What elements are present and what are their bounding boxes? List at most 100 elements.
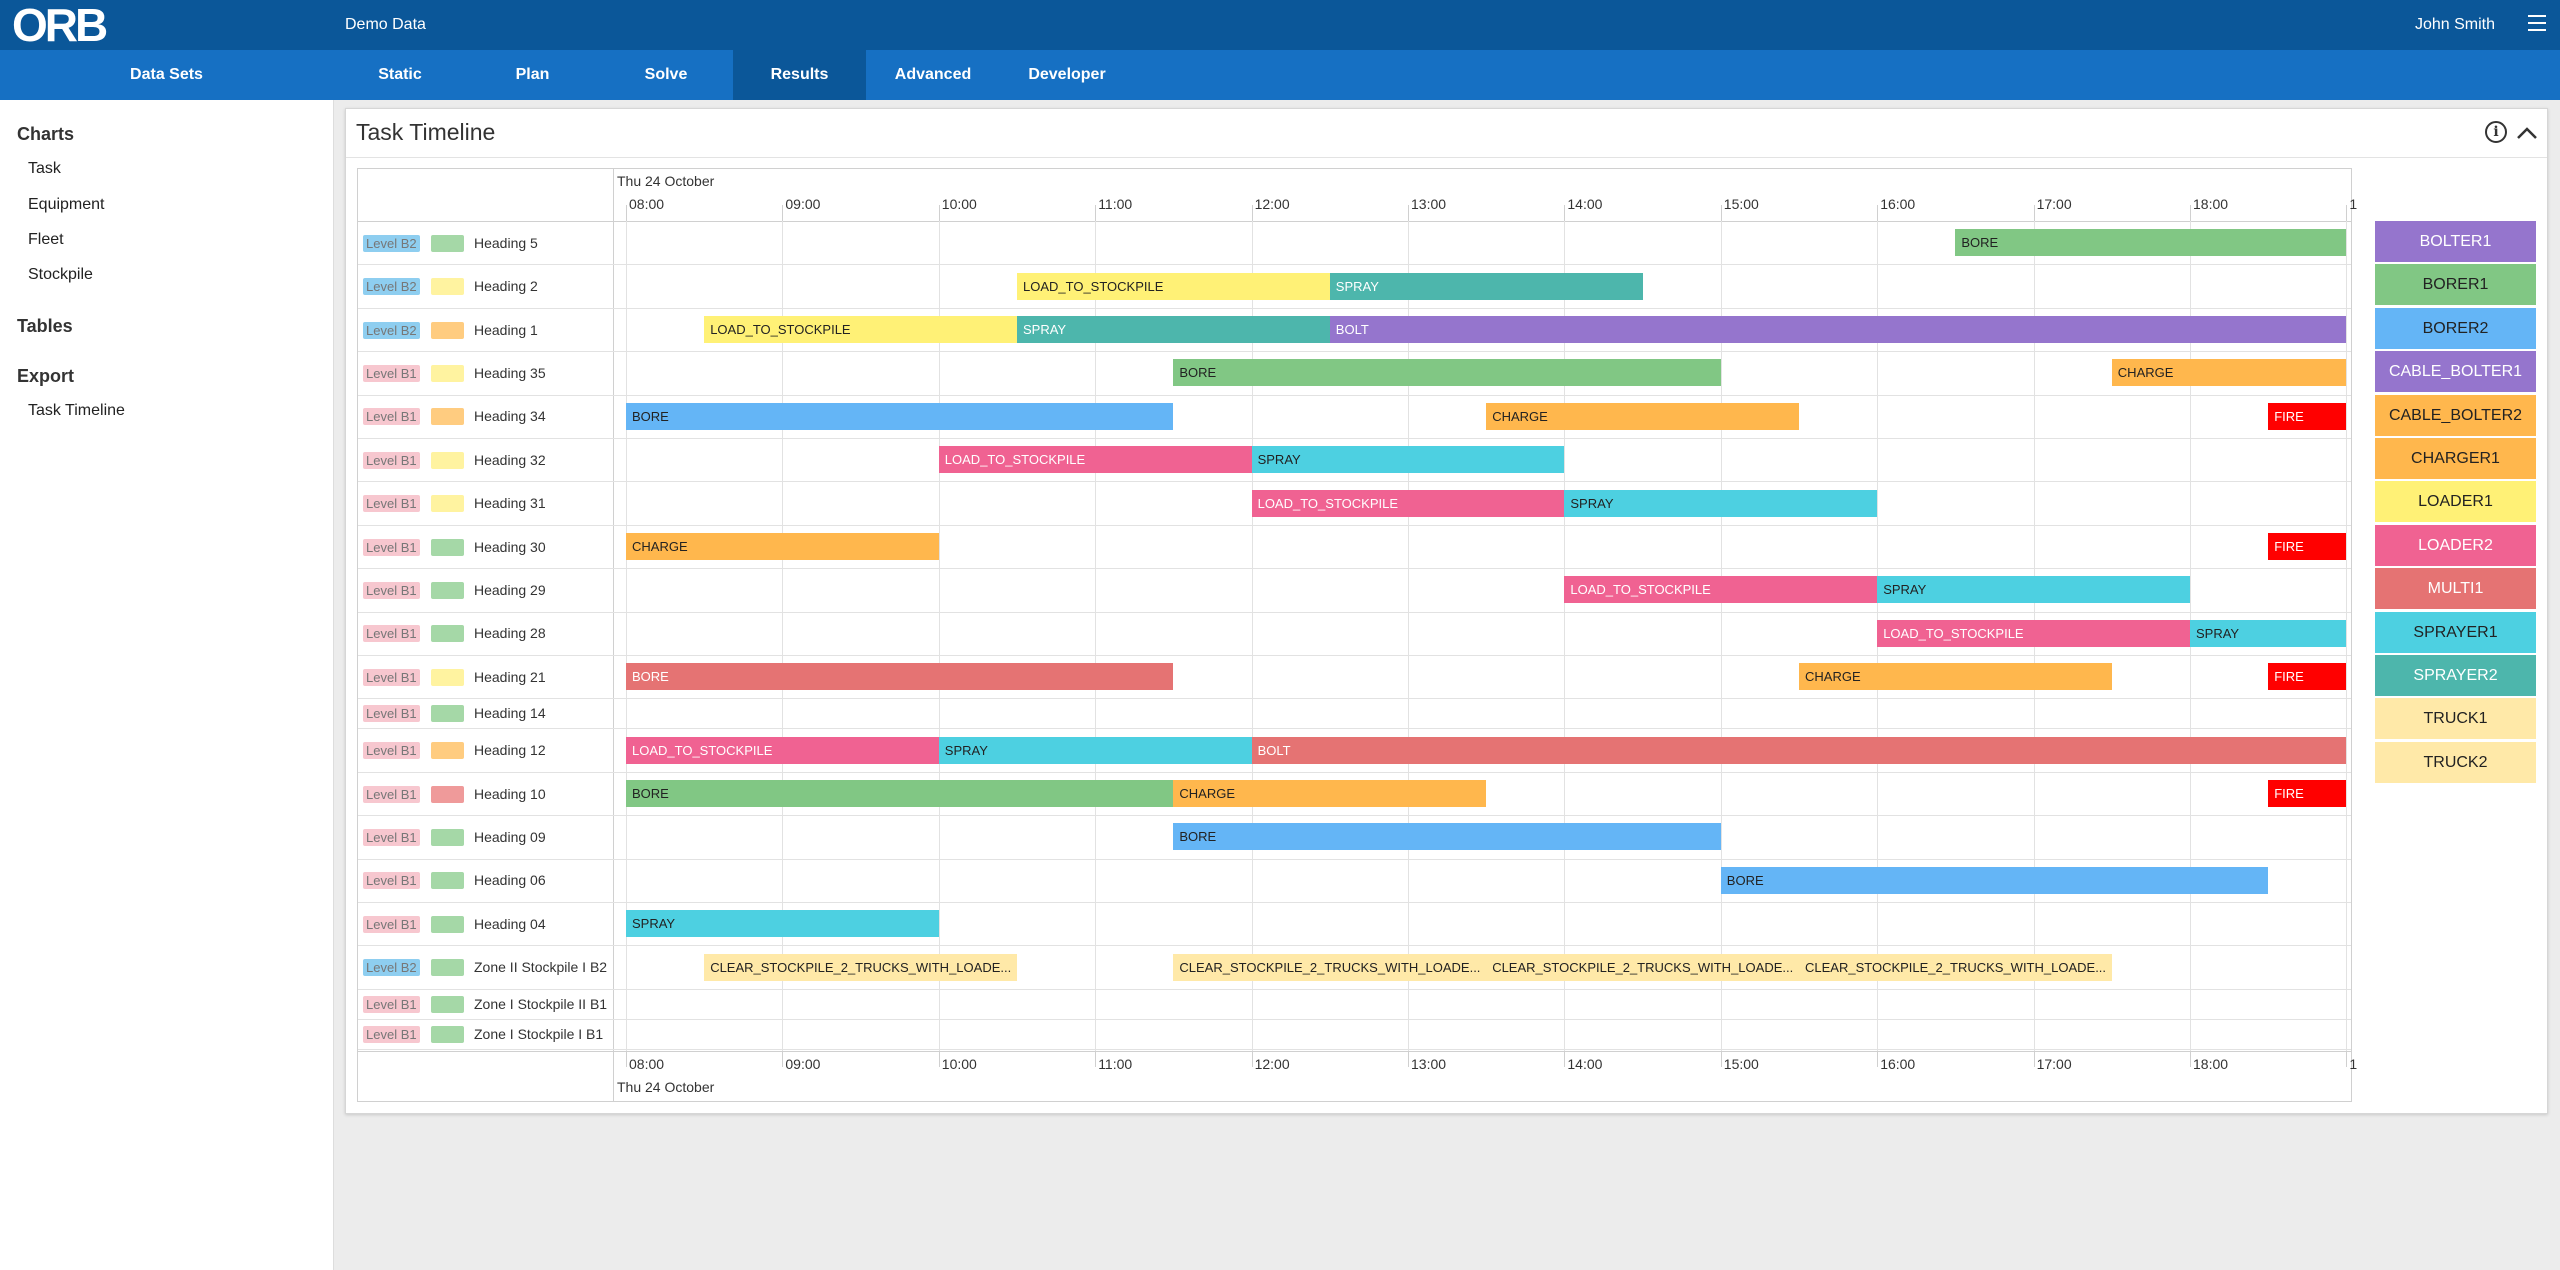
tick-label-top: 14:00 (1567, 196, 1603, 212)
legend-item[interactable]: TRUCK2 (2375, 741, 2536, 783)
row-divider (358, 264, 2351, 266)
task-bar[interactable]: LOAD_TO_STOCKPILE (1017, 272, 1330, 300)
task-bar[interactable]: FIRE (2268, 533, 2347, 560)
task-bar[interactable]: SPRAY (2190, 619, 2347, 647)
task-bar[interactable]: BORE (626, 663, 1174, 691)
task-bar[interactable]: BORE (1720, 866, 2269, 894)
task-bar[interactable]: CHARGE (2111, 359, 2347, 387)
gridline (1251, 221, 1253, 1051)
task-bar[interactable]: SPRAY (938, 736, 1252, 764)
legend-item[interactable]: CHARGER1 (2375, 437, 2536, 479)
legend-item[interactable]: BORER2 (2375, 307, 2536, 349)
task-bar[interactable]: BORE (1173, 359, 1721, 387)
heading-name: Heading 2 (474, 278, 538, 295)
tick-bottom (626, 1051, 627, 1067)
top-bar: ORB Demo Data John Smith (0, 0, 2560, 50)
level-badge: Level B2 (363, 959, 420, 977)
task-bar[interactable]: SPRAY (1017, 316, 1330, 343)
hamburger-menu-icon[interactable] (2528, 15, 2546, 31)
tick-label-top: 10:00 (941, 196, 977, 212)
sidebar-item-task-timeline-export[interactable]: Task Timeline (0, 393, 333, 429)
sidebar-item-equipment[interactable]: Equipment (0, 187, 333, 223)
tick-top (2190, 205, 2191, 221)
tick-top (2033, 205, 2035, 221)
level-badge: Level B1 (363, 828, 420, 846)
task-bar[interactable]: CLEAR_STOCKPILE_2_TRUCKS_WITH_LOADE... (1486, 953, 1799, 981)
tab-developer[interactable]: Developer (1000, 50, 1134, 100)
row-divider (358, 394, 2351, 396)
tab-data-sets[interactable]: Data Sets (0, 50, 333, 100)
task-bar[interactable]: BORE (1955, 229, 2347, 257)
sidebar-heading-tables[interactable]: Tables (17, 316, 73, 337)
legend-item[interactable]: BORER1 (2375, 264, 2536, 306)
heading-name: Heading 34 (474, 408, 546, 425)
task-bar[interactable]: LOAD_TO_STOCKPILE (626, 736, 939, 764)
legend-item[interactable]: SPRAYER2 (2375, 654, 2536, 696)
sidebar: Charts Task Equipment Fleet Stockpile Ta… (0, 100, 334, 1270)
heading-color-swatch (431, 872, 464, 890)
legend-item[interactable]: SPRAYER1 (2375, 611, 2536, 653)
tab-plan[interactable]: Plan (466, 50, 599, 100)
task-bar[interactable]: BOLT (1251, 736, 2347, 764)
task-bar[interactable]: FIRE (2268, 663, 2347, 691)
level-badge: Level B1 (363, 995, 420, 1013)
task-bar[interactable]: LOAD_TO_STOCKPILE (938, 446, 1252, 474)
legend-item[interactable]: LOADER1 (2375, 481, 2536, 523)
task-bar[interactable]: SPRAY (1877, 576, 2190, 604)
tab-solve[interactable]: Solve (599, 50, 733, 100)
collapse-chevron-up-icon[interactable] (2515, 123, 2539, 143)
task-bar[interactable]: LOAD_TO_STOCKPILE (704, 316, 1017, 343)
task-bar[interactable]: FIRE (2268, 780, 2347, 807)
orb-logo[interactable]: ORB (12, 0, 108, 50)
legend-item[interactable]: MULTI1 (2375, 568, 2536, 610)
task-bar[interactable]: CHARGE (1173, 780, 1487, 807)
level-badge: Level B1 (363, 742, 420, 760)
task-bar[interactable]: BORE (626, 402, 1174, 430)
task-bar[interactable]: CLEAR_STOCKPILE_2_TRUCKS_WITH_LOADE... (1173, 953, 1487, 981)
heading-color-swatch (431, 995, 464, 1013)
task-bar[interactable]: CHARGE (626, 533, 939, 560)
task-bar[interactable]: CHARGE (1486, 402, 1799, 430)
task-bar[interactable]: FIRE (2268, 402, 2347, 430)
user-name[interactable]: John Smith (2415, 16, 2495, 34)
sidebar-item-task[interactable]: Task (0, 151, 333, 187)
legend-item[interactable]: CABLE_BOLTER2 (2375, 394, 2536, 436)
heading-color-swatch (431, 625, 464, 643)
heading-name: Heading 35 (474, 364, 546, 381)
task-bar[interactable]: CLEAR_STOCKPILE_2_TRUCKS_WITH_LOADE... (1799, 953, 2112, 981)
tick-top (1720, 205, 1722, 221)
info-icon[interactable]: i (2485, 121, 2507, 143)
tick-bottom (1095, 1051, 1097, 1067)
task-bar[interactable]: SPRAY (1329, 272, 1643, 300)
tab-results[interactable]: Results (733, 50, 866, 100)
heading-name: Heading 1 (474, 321, 538, 338)
task-bar[interactable]: CHARGE (1799, 663, 2112, 691)
task-bar[interactable]: BORE (1173, 823, 1721, 851)
legend-item[interactable]: TRUCK1 (2375, 698, 2536, 740)
task-bar[interactable]: SPRAY (1251, 446, 1565, 474)
tick-bottom (2033, 1051, 2035, 1067)
tab-advanced[interactable]: Advanced (866, 50, 1000, 100)
row-label: Level B2 Heading 2 (358, 276, 613, 296)
task-bar[interactable]: SPRAY (626, 910, 939, 938)
heading-color-swatch (431, 408, 464, 426)
row-divider (358, 1018, 2351, 1020)
task-bar[interactable]: CLEAR_STOCKPILE_2_TRUCKS_WITH_LOADE... (704, 953, 1017, 981)
task-bar[interactable]: SPRAY (1564, 489, 1878, 517)
date-label-bottom: Thu 24 October (617, 1079, 715, 1095)
legend-item[interactable]: BOLTER1 (2375, 221, 2536, 262)
task-bar[interactable]: LOAD_TO_STOCKPILE (1251, 489, 1565, 517)
legend-item[interactable]: CABLE_BOLTER1 (2375, 351, 2536, 393)
task-bar[interactable]: BORE (626, 780, 1174, 807)
gridline (2346, 221, 2348, 1051)
sidebar-item-fleet[interactable]: Fleet (0, 222, 333, 258)
tick-label-bottom: 09:00 (785, 1056, 821, 1072)
task-bar[interactable]: LOAD_TO_STOCKPILE (1877, 619, 2190, 647)
row-label: Level B1 Heading 14 (358, 703, 613, 723)
tab-static[interactable]: Static (334, 50, 466, 100)
task-bar[interactable]: BOLT (1329, 316, 2347, 343)
sidebar-item-stockpile[interactable]: Stockpile (0, 257, 333, 293)
legend-item[interactable]: LOADER2 (2375, 524, 2536, 566)
heading-name: Heading 28 (474, 625, 546, 642)
task-bar[interactable]: LOAD_TO_STOCKPILE (1564, 576, 1878, 604)
